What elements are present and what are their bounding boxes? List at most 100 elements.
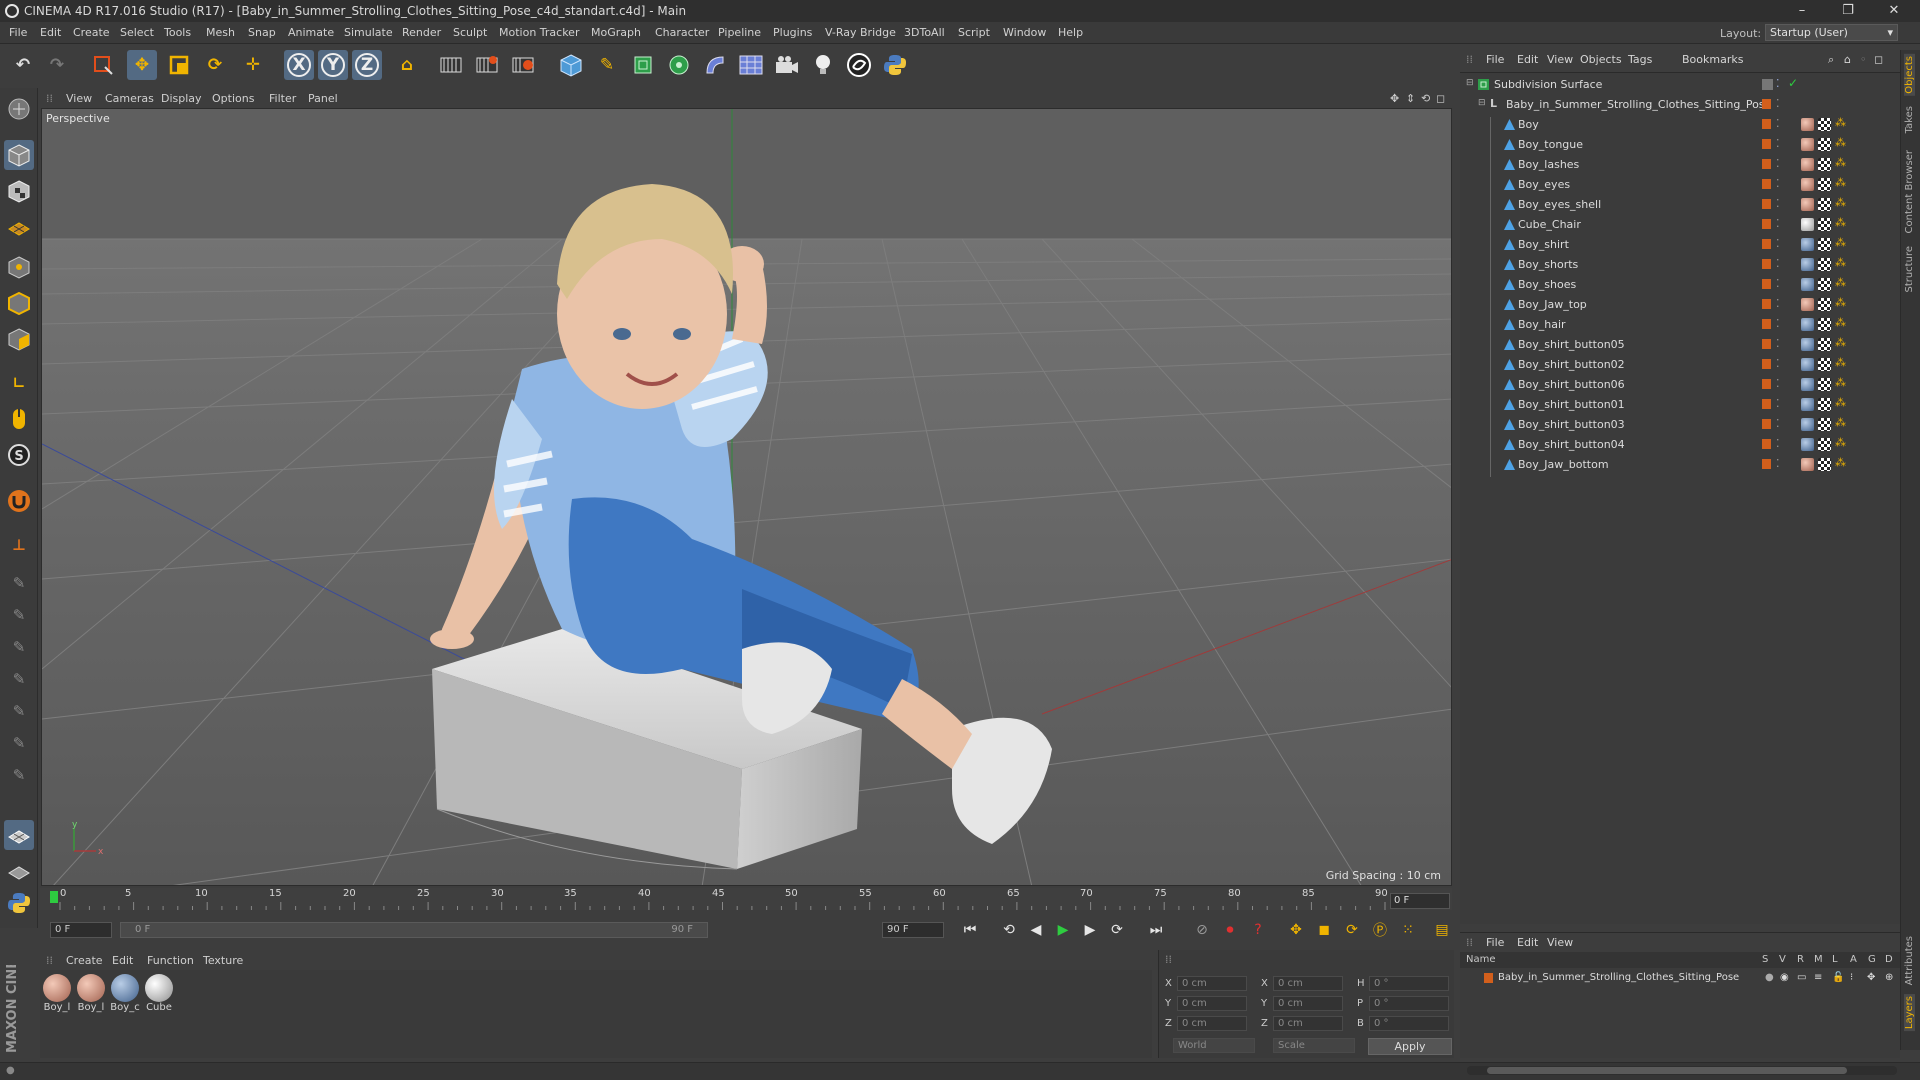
go-to-end-icon[interactable]: ⏭ <box>1144 919 1168 941</box>
render-to-picture-viewer-icon[interactable] <box>472 50 502 80</box>
selection-tag-icon[interactable]: ⁂ <box>1835 236 1846 249</box>
home-icon[interactable]: ⌂ <box>1844 53 1851 66</box>
tree-row-group[interactable]: ⊟ L Baby_in_Summer_Strolling_Clothes_Sit… <box>1460 95 1900 115</box>
object-menu-view[interactable]: View <box>1547 53 1573 66</box>
material-tag-icon[interactable] <box>1801 298 1814 311</box>
position-z-field[interactable]: 0 cm <box>1177 1016 1247 1031</box>
material-tag-icon[interactable] <box>1801 198 1814 211</box>
material-item[interactable]: Boy_l <box>76 974 106 1013</box>
texture-mode-icon[interactable] <box>4 176 34 206</box>
menu-mograph[interactable]: MoGraph <box>591 26 641 39</box>
layer-color-icon[interactable] <box>1762 119 1771 129</box>
key-pla-icon[interactable]: ⁙ <box>1396 919 1420 941</box>
visibility-dots-icon[interactable]: ⁚ <box>1776 197 1780 210</box>
viewport-menu-display[interactable]: Display <box>161 92 202 105</box>
visibility-dots-icon[interactable]: ⁚ <box>1776 457 1780 470</box>
material-tag-icon[interactable] <box>1801 138 1814 151</box>
menu-3dtoall[interactable]: 3DToAll <box>904 26 945 39</box>
visibility-dots-icon[interactable]: ⁚ <box>1776 157 1780 170</box>
layer-color-icon[interactable] <box>1762 359 1771 369</box>
tree-row-object[interactable]: Boy_Jaw_top ⁚ ⁂ <box>1460 295 1900 317</box>
menu-render[interactable]: Render <box>402 26 441 39</box>
tree-row-object[interactable]: Boy_shirt_button05 ⁚ ⁂ <box>1460 335 1900 357</box>
material-item[interactable]: Boy_c <box>110 974 140 1013</box>
layer-menu-view[interactable]: View <box>1547 936 1573 949</box>
cube-primitive-icon[interactable] <box>556 50 586 80</box>
tab-content-browser[interactable]: Content Browser <box>1904 150 1915 233</box>
material-tag-icon[interactable] <box>1801 278 1814 291</box>
tree-row-object[interactable]: Boy_lashes ⁚ ⁂ <box>1460 155 1900 177</box>
selection-tag-icon[interactable]: ⁂ <box>1835 356 1846 369</box>
menu-edit[interactable]: Edit <box>40 26 61 39</box>
collapse-icon[interactable]: ⊟ <box>1466 78 1474 88</box>
layer-color-icon[interactable] <box>1762 319 1771 329</box>
viewport-move-icon[interactable]: ✥ <box>1390 92 1399 105</box>
layer-color-icon[interactable] <box>1762 199 1771 209</box>
timeline-ruler[interactable]: 0 5 10 15 20 25 30 35 40 45 50 55 60 65 … <box>40 888 1452 910</box>
tree-row-object[interactable]: Boy_Jaw_bottom ⁚ ⁂ <box>1460 455 1900 477</box>
material-tag-icon[interactable] <box>1801 378 1814 391</box>
viewport-menu-panel[interactable]: Panel <box>308 92 338 105</box>
render-icon[interactable]: ▭ <box>1797 972 1806 983</box>
selection-tag-icon[interactable]: ⁂ <box>1835 436 1846 449</box>
layer-color-icon[interactable] <box>1762 159 1771 169</box>
visibility-dots-icon[interactable]: ⁚ <box>1776 417 1780 430</box>
keyframe-selection-icon[interactable]: ? <box>1246 919 1270 941</box>
edges-mode-icon[interactable] <box>4 288 34 318</box>
material-tag-icon[interactable] <box>1801 178 1814 191</box>
layer-color-icon[interactable] <box>1762 179 1771 189</box>
brush-7-icon[interactable]: ✎ <box>4 760 34 790</box>
redo-icon[interactable]: ↷ <box>42 50 72 80</box>
key-scale-icon[interactable]: ◼ <box>1312 919 1336 941</box>
x-axis-lock-button[interactable]: X <box>284 50 314 80</box>
material-tag-icon[interactable] <box>1801 338 1814 351</box>
frame-range-slider[interactable]: 0 F 90 F <box>120 922 708 938</box>
size-y-field[interactable]: 0 cm <box>1273 996 1343 1011</box>
uvw-tag-icon[interactable] <box>1818 118 1831 131</box>
enabled-check-icon[interactable]: ✓ <box>1788 76 1798 90</box>
visibility-dots-icon[interactable]: ⁚ <box>1776 137 1780 150</box>
visibility-dots-icon[interactable]: ⁚ <box>1776 437 1780 450</box>
material-item[interactable]: Boy_l <box>42 974 72 1013</box>
uvw-tag-icon[interactable] <box>1818 338 1831 351</box>
material-tag-icon[interactable] <box>1801 438 1814 451</box>
rotation-b-field[interactable]: 0 ° <box>1369 1016 1449 1031</box>
brush-3-icon[interactable]: ✎ <box>4 632 34 662</box>
viewport-menu-view[interactable]: View <box>66 92 92 105</box>
array-mograph-icon[interactable] <box>664 50 694 80</box>
selection-tag-icon[interactable]: ⁂ <box>1835 176 1846 189</box>
next-key-icon[interactable]: ⟳ <box>1105 919 1129 941</box>
tree-row-object[interactable]: Boy_shirt_button02 ⁚ ⁂ <box>1460 355 1900 377</box>
selection-tag-icon[interactable]: ⁂ <box>1835 116 1846 129</box>
menu-character[interactable]: Character <box>655 26 709 39</box>
z-axis-lock-button[interactable]: Z <box>352 50 382 80</box>
selection-tag-icon[interactable]: ⁂ <box>1835 456 1846 469</box>
tree-row-object[interactable]: Boy_shorts ⁚ ⁂ <box>1460 255 1900 277</box>
visibility-dots-icon[interactable]: ⁚ <box>1776 217 1780 230</box>
deformers-icon[interactable]: ⊕ <box>1885 972 1893 983</box>
transform-tool-icon[interactable]: ✛ <box>238 50 268 80</box>
object-menu-file[interactable]: File <box>1486 53 1504 66</box>
previous-key-icon[interactable]: ⟲ <box>997 919 1021 941</box>
menu-window[interactable]: Window <box>1003 26 1046 39</box>
current-frame-field[interactable]: 0 F <box>1390 893 1450 909</box>
material-item[interactable]: Cube <box>144 974 174 1013</box>
tree-row-root[interactable]: ⊟ Subdivision Surface ⁚ ✓ <box>1460 75 1900 95</box>
layer-color-icon[interactable] <box>1762 399 1771 409</box>
uvw-tag-icon[interactable] <box>1818 178 1831 191</box>
menu-help[interactable]: Help <box>1058 26 1083 39</box>
maximize-button[interactable]: ❐ <box>1828 2 1868 20</box>
workplane-mode-icon[interactable] <box>4 212 34 242</box>
minimize-button[interactable]: – <box>1782 2 1822 20</box>
tweak-mode-icon[interactable] <box>4 404 34 434</box>
animation-icon[interactable]: ⁝ <box>1850 972 1853 983</box>
render-settings-icon[interactable] <box>508 50 538 80</box>
apply-button[interactable]: Apply <box>1368 1038 1452 1055</box>
uvw-tag-icon[interactable] <box>1818 158 1831 171</box>
layer-color-icon[interactable] <box>1762 219 1771 229</box>
size-x-field[interactable]: 0 cm <box>1273 976 1343 991</box>
uvw-tag-icon[interactable] <box>1818 358 1831 371</box>
play-icon[interactable]: ▶ <box>1051 919 1075 941</box>
collapse-icon[interactable]: ⊟ <box>1478 98 1486 108</box>
visibility-dots-icon[interactable]: ⁚ <box>1776 337 1780 350</box>
